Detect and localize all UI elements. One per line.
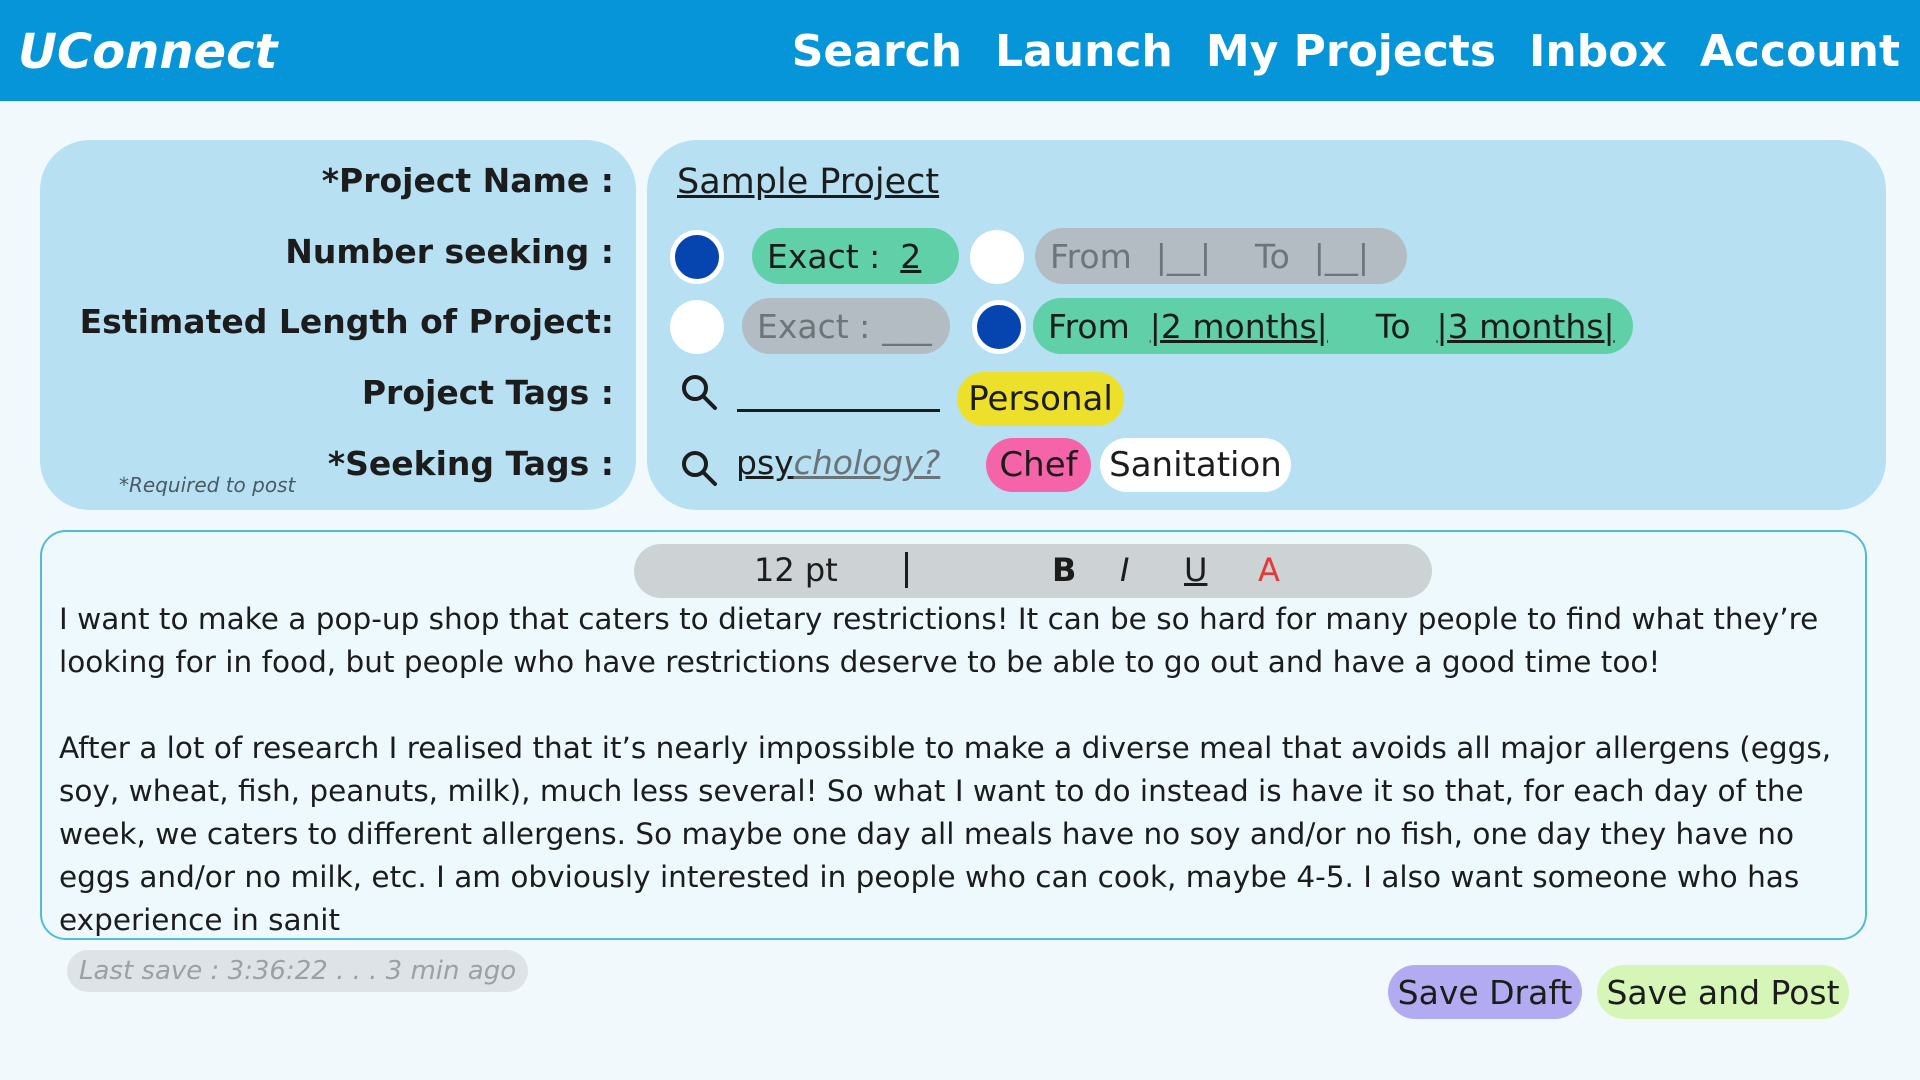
description-editor[interactable]: 12 pt B I U A I want to make a pop-up sh… — [40, 530, 1867, 940]
underline-button[interactable]: U — [1184, 551, 1207, 589]
number-range-radio[interactable] — [970, 230, 1024, 284]
nav-account[interactable]: Account — [1700, 26, 1900, 77]
project-name-field[interactable]: Sample Project — [677, 162, 939, 202]
toolbar-divider — [905, 552, 908, 588]
seeking-tags-suggestion[interactable]: chology? — [794, 443, 941, 482]
required-note: *Required to post — [119, 473, 296, 497]
length-range-radio[interactable] — [972, 300, 1026, 354]
save-draft-button[interactable]: Save Draft — [1388, 965, 1582, 1019]
length-to-label: To — [1375, 306, 1411, 346]
top-navigation-bar: UConnect Search Launch My Projects Inbox… — [0, 0, 1920, 101]
project-tags-label: Project Tags : — [361, 373, 614, 412]
number-exact-field[interactable]: Exact : 2 — [752, 228, 959, 284]
seeking-tags-label: *Seeking Tags : — [327, 444, 614, 483]
number-exact-value: 2 — [900, 236, 922, 276]
length-exact-radio[interactable] — [670, 300, 724, 354]
length-from-label: From — [1048, 306, 1130, 346]
seeking-tags-input[interactable]: psychology? — [736, 443, 940, 482]
tag-chef[interactable]: Chef — [986, 438, 1091, 492]
length-exact-label: Exact : — [757, 306, 871, 346]
number-exact-radio[interactable] — [670, 230, 724, 284]
formatting-toolbar: 12 pt B I U A — [634, 544, 1432, 598]
nav-inbox[interactable]: Inbox — [1529, 26, 1667, 77]
number-range-field[interactable]: From |__| To |__| — [1035, 228, 1407, 284]
number-from-label: From — [1050, 236, 1132, 276]
number-to-value[interactable]: |__| — [1314, 237, 1369, 276]
search-icon[interactable] — [679, 448, 719, 488]
form-labels-panel: *Project Name : Number seeking : Estimat… — [40, 140, 636, 510]
number-from-value[interactable]: |__| — [1156, 237, 1211, 276]
bold-button[interactable]: B — [1052, 551, 1076, 589]
editor-paragraph: I want to make a pop-up shop that caters… — [59, 602, 1819, 679]
italic-button[interactable]: I — [1120, 551, 1129, 589]
length-label: Estimated Length of Project: — [79, 302, 614, 341]
number-to-label: To — [1255, 236, 1290, 276]
main-nav: Search Launch My Projects Inbox Account — [792, 26, 1900, 77]
text-color-button[interactable]: A — [1258, 551, 1280, 589]
length-range-field[interactable]: From |2 months| To |3 months| — [1033, 298, 1633, 354]
length-from-value[interactable]: |2 months| — [1150, 307, 1328, 346]
length-to-value[interactable]: |3 months| — [1437, 307, 1615, 346]
length-exact-field[interactable]: Exact : ___ — [742, 298, 950, 354]
font-size-select[interactable]: 12 pt — [754, 551, 838, 589]
nav-launch[interactable]: Launch — [995, 26, 1173, 77]
save-and-post-button[interactable]: Save and Post — [1597, 965, 1849, 1019]
seeking-tags-typed: psy — [736, 443, 794, 482]
nav-search[interactable]: Search — [792, 26, 962, 77]
app-logo[interactable]: UConnect — [18, 24, 277, 80]
nav-my-projects[interactable]: My Projects — [1206, 26, 1496, 77]
number-seeking-label: Number seeking : — [285, 232, 614, 271]
form-inputs-panel: Sample Project Exact : 2 From |__| To |_… — [647, 140, 1886, 510]
length-exact-value: ___ — [882, 306, 932, 346]
project-tags-input[interactable] — [737, 368, 937, 408]
tag-sanitation[interactable]: Sanitation — [1100, 438, 1291, 492]
project-tags-input-underline — [737, 409, 940, 412]
editor-body[interactable]: I want to make a pop-up shop that caters… — [59, 598, 1859, 942]
editor-paragraph: After a lot of research I realised that … — [59, 731, 1832, 937]
project-name-label: *Project Name : — [321, 161, 614, 200]
number-exact-label: Exact : — [767, 236, 881, 276]
last-save-status: Last save : 3:36:22 . . . 3 min ago — [67, 950, 529, 992]
search-icon[interactable] — [679, 372, 719, 412]
tag-personal[interactable]: Personal — [957, 372, 1124, 426]
